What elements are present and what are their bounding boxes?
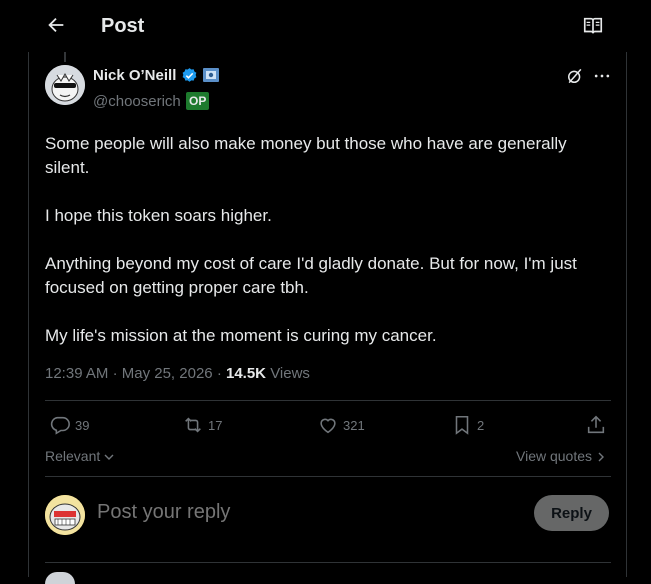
post-date[interactable]: May 25, 2026 bbox=[122, 365, 213, 382]
post-paragraph: My life's mission at the moment is curin… bbox=[45, 326, 437, 345]
reply-button[interactable]: 39 bbox=[49, 414, 89, 436]
post-time[interactable]: 12:39 AM bbox=[45, 365, 108, 382]
reply-submit-button[interactable]: Reply bbox=[534, 495, 609, 531]
post-paragraph: I hope this token soars higher. bbox=[45, 206, 272, 225]
share-button[interactable] bbox=[585, 414, 607, 436]
thread-connector bbox=[64, 52, 66, 62]
like-count: 321 bbox=[343, 417, 365, 433]
more-options-icon[interactable] bbox=[592, 66, 612, 86]
author-handle[interactable]: @chooserich bbox=[93, 93, 181, 110]
post-paragraph: Some people will also make money but tho… bbox=[45, 134, 567, 177]
avatar[interactable] bbox=[45, 65, 85, 105]
post-paragraph: Anything beyond my cost of care I'd glad… bbox=[45, 254, 577, 297]
reply-icon bbox=[50, 416, 70, 435]
view-quotes-label: View quotes bbox=[516, 448, 593, 464]
chevron-down-icon bbox=[104, 454, 114, 460]
repost-button[interactable]: 17 bbox=[182, 414, 222, 436]
bookmark-count: 2 bbox=[477, 417, 485, 433]
bookmark-button[interactable]: 2 bbox=[451, 414, 484, 436]
heart-icon bbox=[320, 418, 336, 434]
bookmark-icon bbox=[455, 415, 469, 435]
current-user-avatar[interactable] bbox=[45, 495, 85, 535]
share-icon bbox=[587, 415, 605, 434]
header: Post bbox=[0, 0, 651, 52]
book-open-icon[interactable] bbox=[582, 15, 604, 37]
sort-label: Relevant bbox=[45, 448, 101, 464]
sort-replies-dropdown[interactable]: Relevant bbox=[45, 448, 114, 464]
views-label: Views bbox=[270, 365, 310, 382]
repost-icon bbox=[185, 417, 201, 433]
divider bbox=[45, 562, 611, 563]
repost-count: 17 bbox=[208, 417, 223, 433]
reply-count: 39 bbox=[75, 417, 90, 433]
affiliate-flag-icon bbox=[203, 68, 219, 82]
views-count: 14.5K bbox=[225, 365, 267, 382]
op-badge: OP bbox=[186, 92, 210, 110]
page-title: Post bbox=[101, 15, 145, 37]
reply-input[interactable] bbox=[95, 500, 519, 525]
view-quotes-link[interactable]: View quotes bbox=[516, 448, 606, 464]
meta-separator: · bbox=[112, 365, 122, 382]
meta-separator: · bbox=[216, 365, 226, 382]
verified-badge-icon bbox=[182, 68, 197, 82]
like-button[interactable]: 321 bbox=[317, 414, 365, 436]
divider bbox=[45, 400, 611, 401]
chevron-right-icon bbox=[598, 452, 604, 462]
author-name[interactable]: Nick O’Neill bbox=[93, 67, 176, 84]
next-reply-avatar[interactable] bbox=[45, 572, 75, 584]
grok-icon[interactable] bbox=[565, 66, 585, 86]
post-body: Some people will also make money but tho… bbox=[45, 132, 605, 372]
author-avatar-image bbox=[45, 65, 85, 105]
divider bbox=[45, 476, 611, 477]
post-meta: 12:39 AM · May 25, 2026 · 14.5K Views bbox=[45, 365, 310, 382]
arrow-left-icon[interactable] bbox=[45, 14, 67, 36]
current-user-avatar-image bbox=[45, 495, 85, 535]
